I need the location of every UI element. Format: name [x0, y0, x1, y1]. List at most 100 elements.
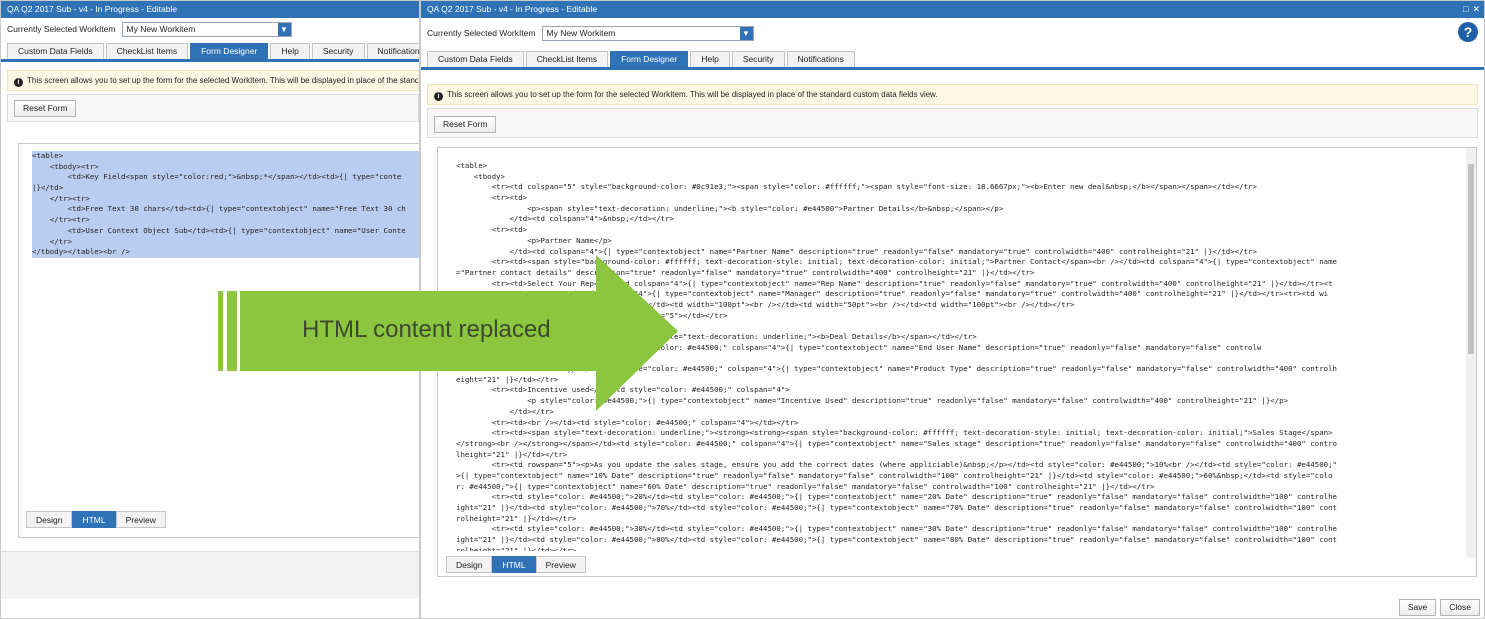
left-title-bar: QA Q2 2017 Sub - v4 - In Progress - Edit… — [1, 1, 419, 18]
left-code-area[interactable]: <table> <tbody><tr> <td>Key Field<span s… — [19, 144, 419, 258]
code-line: ight="21" |}</td><td style="color: #e445… — [456, 535, 1338, 545]
code-line: lheight="21" |}</td></tr> — [456, 449, 568, 459]
code-line: ="Partner contact details" description="… — [456, 267, 1035, 277]
left-tab-bar: Custom Data Fields CheckList Items Form De… — [1, 43, 419, 62]
left-reset-bar: Reset Form — [7, 94, 419, 122]
code-line: r: #e44500;">{| type="contextobject" nam… — [456, 481, 1155, 491]
help-icon[interactable]: ? — [1458, 22, 1478, 42]
code-line: ight="21" |}</td><td style="color: #e445… — [456, 503, 1338, 512]
right-html-editor[interactable]: <table> <tbody> <tr><td colspan="5" styl… — [437, 147, 1477, 577]
left-reset-form-button[interactable]: Reset Form — [14, 100, 77, 117]
code-line: >{| type="contextobject" name="10% Date"… — [456, 470, 1333, 480]
code-line: rolheight="21" |}</td></tr> — [456, 513, 577, 523]
right-tab-security[interactable]: Security — [731, 51, 785, 67]
right-workitem-row: Currently Selected WorkItem My New Worki… — [421, 18, 1484, 48]
save-button[interactable]: Save — [1398, 599, 1437, 616]
code-line: </tr><tr> — [32, 215, 419, 226]
code-line: <tr><td> — [456, 225, 528, 235]
code-line: <tr><td style="color: #e44500;">30%</td>… — [456, 524, 1338, 534]
right-tab-custom-data-fields[interactable]: Custom Data Fields — [427, 51, 524, 67]
right-reset-form-button[interactable]: Reset Form — [434, 116, 497, 133]
code-line: <tr><td>Product Type</td><td style="colo… — [456, 364, 1338, 374]
code-line: <tr><td><br /></td><td style="color: #e4… — [456, 417, 799, 427]
annotation-label: HTML content replaced — [302, 316, 551, 343]
right-info-banner: i This screen allows you to set up the fo… — [427, 84, 1478, 105]
left-mode-tab-html[interactable]: HTML — [72, 511, 116, 528]
left-tab-custom-data-fields[interactable]: Custom Data Fields — [7, 43, 104, 59]
left-tab-help[interactable]: Help — [270, 43, 310, 59]
code-line: <tr><td style="color: #969696" colspan="… — [456, 310, 728, 320]
right-tab-bar: Custom Data Fields CheckList Items Form De… — [421, 51, 1484, 70]
code-line: </tbody></table><br /> — [32, 247, 419, 258]
left-footer — [1, 551, 419, 599]
info-icon: i — [14, 78, 23, 87]
chevron-down-icon[interactable]: ▼ — [277, 22, 291, 36]
code-line: </td><td colspan="4">{| type="contextobj… — [456, 246, 1257, 256]
right-window: QA Q2 2017 Sub - v4 - In Progress - Edit… — [420, 0, 1485, 619]
right-mode-tabs: Design HTML Preview — [446, 556, 586, 573]
left-window-title: QA Q2 2017 Sub - v4 - In Progress - Edit… — [7, 4, 178, 14]
code-line: <tr><td>Manager</td><td colspan="4">{| t… — [456, 289, 1329, 299]
right-code-area[interactable]: <table> <tbody> <tr><td colspan="5" styl… — [438, 148, 1476, 551]
window-controls: □ ✕ — [1459, 1, 1480, 18]
code-line: <tbody><tr> — [32, 161, 419, 173]
left-workitem-value: My New Workitem — [126, 23, 196, 34]
code-line: rolheight="21" |}</td></tr> — [456, 545, 577, 551]
code-line: <p>Partner Name</p> — [456, 235, 612, 245]
code-line: </tr> — [32, 236, 419, 248]
left-mode-tab-preview[interactable]: Preview — [115, 511, 166, 528]
left-tab-checklist-items[interactable]: CheckList Items — [105, 43, 189, 59]
left-tab-security[interactable]: Security — [311, 43, 365, 59]
code-line: <td>Free Text 30 chars</td><td>{| type="… — [32, 204, 419, 216]
code-line: </strong><br /></strong></span></td><td … — [456, 438, 1338, 448]
code-line: <tr><td style="color: #e44500;">20%</td>… — [456, 492, 1338, 502]
left-tab-notifications[interactable]: Notifications — [366, 43, 419, 59]
right-tab-form-designer[interactable]: Form Designer — [610, 51, 689, 67]
code-line: <tr><td>End User Name</td><td style="col… — [456, 342, 1262, 352]
right-vertical-scrollbar[interactable] — [1466, 148, 1476, 558]
right-info-text: This screen allows you to set up the for… — [447, 90, 938, 99]
scrollbar-thumb[interactable] — [1468, 164, 1474, 354]
code-line: </td></tr> — [456, 406, 554, 416]
code-line: <tr><td rowspan="5"><p>As you update the… — [456, 460, 1338, 470]
left-tab-form-designer[interactable]: Form Designer — [190, 43, 269, 59]
maximize-icon[interactable]: □ — [1463, 4, 1468, 14]
right-mode-tab-design[interactable]: Design — [446, 556, 493, 573]
left-workitem-label: Currently Selected WorkItem — [7, 24, 116, 34]
left-info-text: This screen allows you to set up the for… — [27, 76, 419, 85]
right-tab-checklist-items[interactable]: CheckList Items — [525, 51, 609, 67]
left-mode-tab-design[interactable]: Design — [26, 511, 73, 528]
code-line: <tr><td>Select Your Rep</td><td colspan=… — [456, 278, 1333, 288]
code-line: <tr><td> — [456, 193, 528, 203]
right-mode-tab-html[interactable]: HTML — [492, 556, 536, 573]
right-workitem-label: Currently Selected WorkItem — [427, 28, 536, 38]
right-mode-tab-preview[interactable]: Preview — [535, 556, 586, 573]
chevron-down-icon[interactable]: ▼ — [739, 26, 753, 40]
code-line: <tbody> — [456, 171, 505, 181]
code-line: <table> — [456, 161, 488, 170]
right-footer-buttons: Save Close — [1398, 599, 1480, 616]
code-line: |}</td> — [32, 183, 419, 194]
info-icon: i — [434, 92, 443, 101]
code-line: <tr><td>&nbsp;</td></tr> — [456, 353, 599, 363]
code-line: </tr><tr> — [32, 193, 419, 205]
code-line: <tr><td>Incentive used</td><td style="co… — [456, 385, 790, 395]
close-button[interactable]: Close — [1440, 599, 1480, 616]
left-window: QA Q2 2017 Sub - v4 - In Progress - Edit… — [0, 0, 420, 619]
code-line: <p><span style="text-decoration: underli… — [456, 203, 1004, 213]
code-line: <table> — [32, 151, 419, 162]
right-title-bar: QA Q2 2017 Sub - v4 - In Progress - Edit… — [421, 1, 1484, 18]
code-line: <tr><td style="color: #e44500"><span sty… — [456, 332, 977, 341]
left-workitem-select[interactable]: My New Workitem ▼ — [121, 21, 292, 37]
close-icon[interactable]: ✕ — [1472, 4, 1480, 14]
code-line: </td><td colspan="4">&nbsp;</td></tr> — [456, 214, 675, 224]
right-workitem-select[interactable]: My New Workitem ▼ — [541, 25, 754, 41]
left-mode-tabs: Design HTML Preview — [26, 511, 166, 528]
right-tab-help[interactable]: Help — [690, 51, 730, 67]
code-line: <tr><td><span style="background-color: #… — [456, 257, 1338, 267]
code-line: <p style="color: #e44500;">{| type="cont… — [456, 396, 1289, 406]
code-line: <tr><td colspan="5" style="background-co… — [456, 182, 1257, 192]
right-workitem-value: My New Workitem — [546, 27, 616, 38]
right-tab-notifications[interactable]: Notifications — [786, 51, 855, 67]
